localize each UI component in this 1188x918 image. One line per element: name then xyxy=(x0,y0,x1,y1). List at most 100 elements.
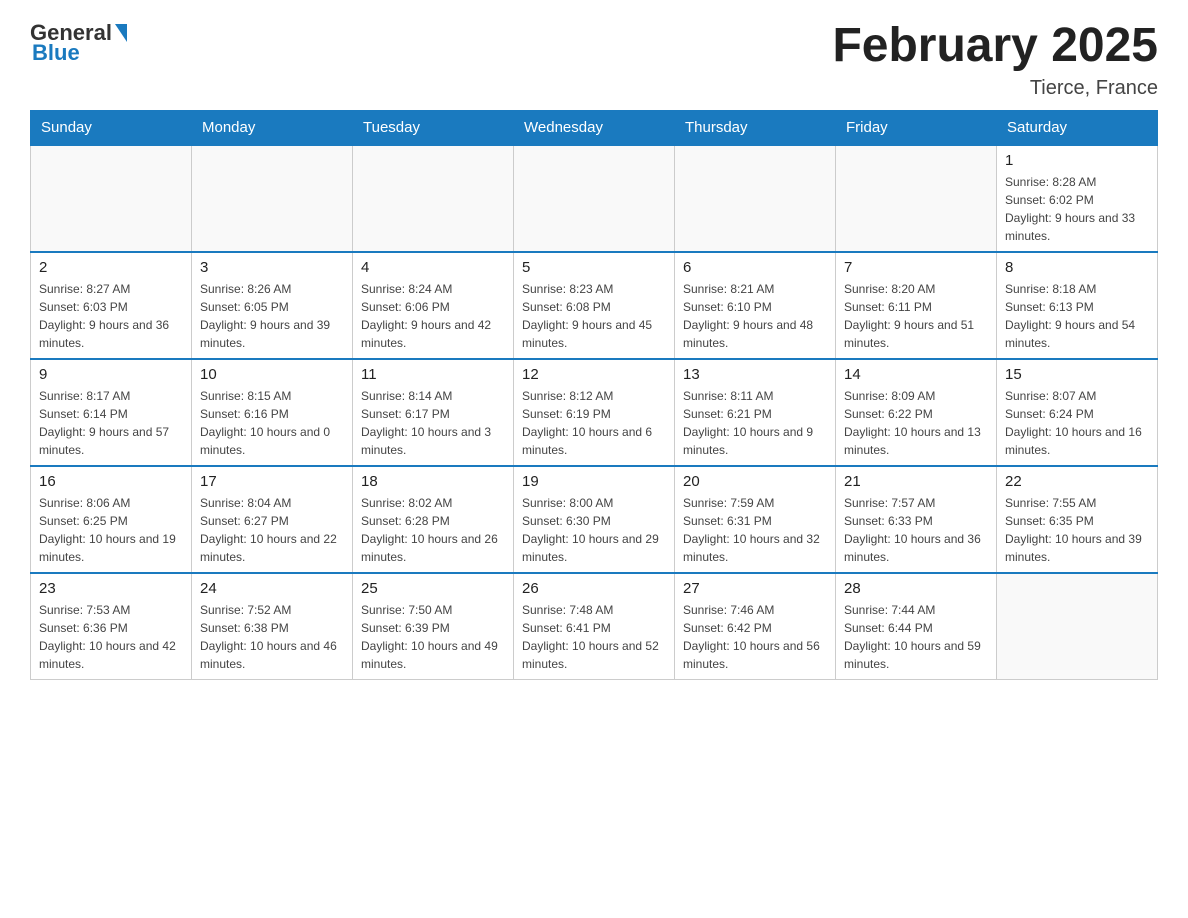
day-info: Sunrise: 8:21 AM Sunset: 6:10 PM Dayligh… xyxy=(683,280,827,352)
day-number: 20 xyxy=(683,473,827,490)
day-number: 17 xyxy=(200,473,344,490)
calendar-week-row: 2 Sunrise: 8:27 AM Sunset: 6:03 PM Daylig… xyxy=(31,252,1158,359)
location-text: Tierce, France xyxy=(832,77,1158,100)
day-number: 19 xyxy=(522,473,666,490)
col-thursday: Thursday xyxy=(675,110,836,145)
day-number: 5 xyxy=(522,259,666,276)
day-info: Sunrise: 8:24 AM Sunset: 6:06 PM Dayligh… xyxy=(361,280,505,352)
day-info: Sunrise: 8:06 AM Sunset: 6:25 PM Dayligh… xyxy=(39,494,183,566)
page-header: General Blue February 2025 Tierce, Franc… xyxy=(30,20,1158,100)
table-row: 11 Sunrise: 8:14 AM Sunset: 6:17 PM Dayli… xyxy=(353,359,514,466)
day-info: Sunrise: 8:07 AM Sunset: 6:24 PM Dayligh… xyxy=(1005,387,1149,459)
day-number: 21 xyxy=(844,473,988,490)
day-number: 23 xyxy=(39,580,183,597)
table-row xyxy=(353,145,514,252)
day-number: 6 xyxy=(683,259,827,276)
col-friday: Friday xyxy=(836,110,997,145)
logo-blue-text: Blue xyxy=(30,40,80,66)
day-number: 2 xyxy=(39,259,183,276)
table-row: 1 Sunrise: 8:28 AM Sunset: 6:02 PM Daylig… xyxy=(997,145,1158,252)
day-info: Sunrise: 7:55 AM Sunset: 6:35 PM Dayligh… xyxy=(1005,494,1149,566)
table-row: 22 Sunrise: 7:55 AM Sunset: 6:35 PM Dayli… xyxy=(997,466,1158,573)
calendar-header-row: Sunday Monday Tuesday Wednesday Thursday… xyxy=(31,110,1158,145)
day-info: Sunrise: 8:09 AM Sunset: 6:22 PM Dayligh… xyxy=(844,387,988,459)
table-row: 4 Sunrise: 8:24 AM Sunset: 6:06 PM Daylig… xyxy=(353,252,514,359)
day-number: 13 xyxy=(683,366,827,383)
day-info: Sunrise: 7:44 AM Sunset: 6:44 PM Dayligh… xyxy=(844,601,988,673)
day-number: 7 xyxy=(844,259,988,276)
day-info: Sunrise: 8:00 AM Sunset: 6:30 PM Dayligh… xyxy=(522,494,666,566)
calendar-week-row: 16 Sunrise: 8:06 AM Sunset: 6:25 PM Dayli… xyxy=(31,466,1158,573)
day-number: 25 xyxy=(361,580,505,597)
day-info: Sunrise: 8:02 AM Sunset: 6:28 PM Dayligh… xyxy=(361,494,505,566)
table-row xyxy=(836,145,997,252)
table-row: 23 Sunrise: 7:53 AM Sunset: 6:36 PM Dayli… xyxy=(31,573,192,680)
day-number: 14 xyxy=(844,366,988,383)
day-info: Sunrise: 8:11 AM Sunset: 6:21 PM Dayligh… xyxy=(683,387,827,459)
table-row: 19 Sunrise: 8:00 AM Sunset: 6:30 PM Dayli… xyxy=(514,466,675,573)
logo-arrow-icon xyxy=(115,24,127,42)
calendar-week-row: 9 Sunrise: 8:17 AM Sunset: 6:14 PM Daylig… xyxy=(31,359,1158,466)
table-row: 9 Sunrise: 8:17 AM Sunset: 6:14 PM Daylig… xyxy=(31,359,192,466)
day-number: 26 xyxy=(522,580,666,597)
day-number: 24 xyxy=(200,580,344,597)
day-info: Sunrise: 7:52 AM Sunset: 6:38 PM Dayligh… xyxy=(200,601,344,673)
day-number: 12 xyxy=(522,366,666,383)
table-row: 15Sunrise: 8:07 AM Sunset: 6:24 PM Dayli… xyxy=(997,359,1158,466)
table-row xyxy=(997,573,1158,680)
title-area: February 2025 Tierce, France xyxy=(832,20,1158,100)
col-tuesday: Tuesday xyxy=(353,110,514,145)
table-row: 10 Sunrise: 8:15 AM Sunset: 6:16 PM Dayli… xyxy=(192,359,353,466)
day-number: 18 xyxy=(361,473,505,490)
day-number: 9 xyxy=(39,366,183,383)
table-row: 24 Sunrise: 7:52 AM Sunset: 6:38 PM Dayli… xyxy=(192,573,353,680)
day-number: 1 xyxy=(1005,152,1149,169)
calendar-table: Sunday Monday Tuesday Wednesday Thursday… xyxy=(30,110,1158,680)
day-number: 22 xyxy=(1005,473,1149,490)
table-row: 8Sunrise: 8:18 AM Sunset: 6:13 PM Daylig… xyxy=(997,252,1158,359)
table-row: 14 Sunrise: 8:09 AM Sunset: 6:22 PM Dayli… xyxy=(836,359,997,466)
day-info: Sunrise: 8:18 AM Sunset: 6:13 PM Dayligh… xyxy=(1005,280,1149,352)
table-row xyxy=(192,145,353,252)
day-info: Sunrise: 8:14 AM Sunset: 6:17 PM Dayligh… xyxy=(361,387,505,459)
day-info: Sunrise: 8:27 AM Sunset: 6:03 PM Dayligh… xyxy=(39,280,183,352)
day-info: Sunrise: 8:20 AM Sunset: 6:11 PM Dayligh… xyxy=(844,280,988,352)
table-row xyxy=(514,145,675,252)
day-info: Sunrise: 7:57 AM Sunset: 6:33 PM Dayligh… xyxy=(844,494,988,566)
table-row: 2 Sunrise: 8:27 AM Sunset: 6:03 PM Daylig… xyxy=(31,252,192,359)
day-info: Sunrise: 8:15 AM Sunset: 6:16 PM Dayligh… xyxy=(200,387,344,459)
table-row: 6 Sunrise: 8:21 AM Sunset: 6:10 PM Daylig… xyxy=(675,252,836,359)
table-row xyxy=(31,145,192,252)
calendar-week-row: 23 Sunrise: 7:53 AM Sunset: 6:36 PM Dayli… xyxy=(31,573,1158,680)
day-info: Sunrise: 7:48 AM Sunset: 6:41 PM Dayligh… xyxy=(522,601,666,673)
month-title: February 2025 xyxy=(832,20,1158,73)
col-sunday: Sunday xyxy=(31,110,192,145)
day-info: Sunrise: 7:46 AM Sunset: 6:42 PM Dayligh… xyxy=(683,601,827,673)
table-row: 13 Sunrise: 8:11 AM Sunset: 6:21 PM Dayli… xyxy=(675,359,836,466)
table-row: 3Sunrise: 8:26 AM Sunset: 6:05 PM Daylig… xyxy=(192,252,353,359)
day-info: Sunrise: 8:28 AM Sunset: 6:02 PM Dayligh… xyxy=(1005,173,1149,245)
day-info: Sunrise: 7:59 AM Sunset: 6:31 PM Dayligh… xyxy=(683,494,827,566)
col-monday: Monday xyxy=(192,110,353,145)
table-row: 18 Sunrise: 8:02 AM Sunset: 6:28 PM Dayli… xyxy=(353,466,514,573)
table-row: 28 Sunrise: 7:44 AM Sunset: 6:44 PM Dayli… xyxy=(836,573,997,680)
table-row: 27Sunrise: 7:46 AM Sunset: 6:42 PM Dayli… xyxy=(675,573,836,680)
day-info: Sunrise: 8:17 AM Sunset: 6:14 PM Dayligh… xyxy=(39,387,183,459)
day-info: Sunrise: 8:23 AM Sunset: 6:08 PM Dayligh… xyxy=(522,280,666,352)
table-row: 7 Sunrise: 8:20 AM Sunset: 6:11 PM Daylig… xyxy=(836,252,997,359)
day-number: 4 xyxy=(361,259,505,276)
day-info: Sunrise: 8:26 AM Sunset: 6:05 PM Dayligh… xyxy=(200,280,344,352)
table-row: 5 Sunrise: 8:23 AM Sunset: 6:08 PM Daylig… xyxy=(514,252,675,359)
day-info: Sunrise: 7:50 AM Sunset: 6:39 PM Dayligh… xyxy=(361,601,505,673)
col-saturday: Saturday xyxy=(997,110,1158,145)
day-number: 28 xyxy=(844,580,988,597)
table-row xyxy=(675,145,836,252)
table-row: 26 Sunrise: 7:48 AM Sunset: 6:41 PM Dayli… xyxy=(514,573,675,680)
table-row: 20 Sunrise: 7:59 AM Sunset: 6:31 PM Dayli… xyxy=(675,466,836,573)
day-number: 16 xyxy=(39,473,183,490)
logo: General Blue xyxy=(30,20,128,66)
day-number: 11 xyxy=(361,366,505,383)
day-info: Sunrise: 7:53 AM Sunset: 6:36 PM Dayligh… xyxy=(39,601,183,673)
day-info: Sunrise: 8:04 AM Sunset: 6:27 PM Dayligh… xyxy=(200,494,344,566)
day-number: 10 xyxy=(200,366,344,383)
